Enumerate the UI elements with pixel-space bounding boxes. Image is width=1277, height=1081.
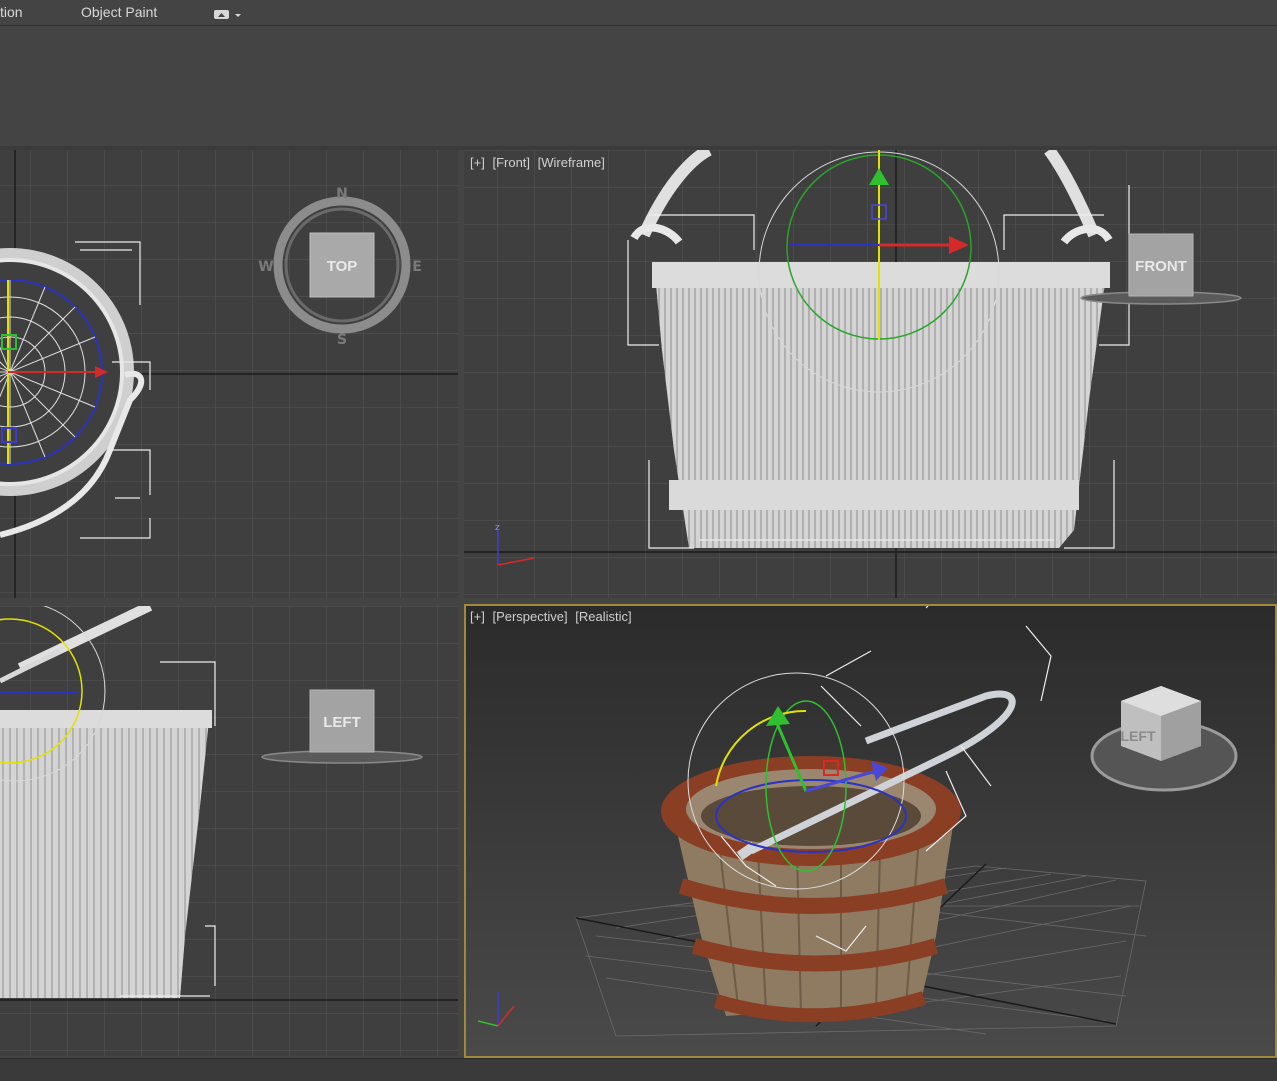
navcube-top-label[interactable]: TOP xyxy=(327,258,358,275)
ribbon-panel xyxy=(0,26,1277,146)
navcube-perspective-label[interactable]: LEFT xyxy=(1121,728,1156,744)
status-bar xyxy=(0,1058,1277,1081)
navcube-front-label[interactable]: FRONT xyxy=(1135,258,1187,275)
viewport-top-canvas: TOP N S E W xyxy=(0,150,458,598)
menu-bar: tion Object Paint xyxy=(0,0,1277,26)
compass-south: S xyxy=(337,332,347,348)
axis-z-label: z xyxy=(495,523,500,533)
viewport-front-canvas: FRONT z xyxy=(464,150,1277,598)
viewport-front-view-menu[interactable]: [Front] xyxy=(492,155,530,170)
navcube-left-label[interactable]: LEFT xyxy=(323,714,361,731)
viewport-perspective-canvas: LEFT xyxy=(477,606,1238,1037)
window-icon xyxy=(214,10,241,19)
viewport-perspective-view-menu[interactable]: [Perspective] xyxy=(492,609,567,624)
viewport-front-label[interactable]: [+] [Front] [Wireframe] xyxy=(470,155,609,170)
viewport-perspective-label[interactable]: [+] [Perspective] [Realistic] xyxy=(470,609,636,624)
viewport-top[interactable]: TOP N S E W xyxy=(0,150,458,598)
compass-east: E xyxy=(412,259,422,275)
compass-north: N xyxy=(336,186,348,202)
viewport-perspective-plus-menu[interactable]: [+] xyxy=(470,609,485,624)
viewport-left-canvas: LEFT xyxy=(0,606,458,1056)
viewport-left[interactable]: LEFT xyxy=(0,606,458,1056)
compass-west: W xyxy=(258,259,273,275)
viewport-front-shading-menu[interactable]: [Wireframe] xyxy=(538,155,605,170)
viewport-front-plus-menu[interactable]: [+] xyxy=(470,155,485,170)
chevron-down-icon xyxy=(235,14,241,17)
ribbon-toggle-button[interactable] xyxy=(213,7,245,21)
menu-item-animation[interactable]: tion xyxy=(0,4,23,20)
viewport-perspective-shading-menu[interactable]: [Realistic] xyxy=(575,609,631,624)
viewport-front[interactable]: FRONT z [+] [Front] [Wireframe] xyxy=(464,150,1277,598)
menu-item-object-paint[interactable]: Object Paint xyxy=(81,4,157,20)
viewport-perspective[interactable]: LEFT [+] [Perspective] [Realistic] xyxy=(464,604,1277,1058)
